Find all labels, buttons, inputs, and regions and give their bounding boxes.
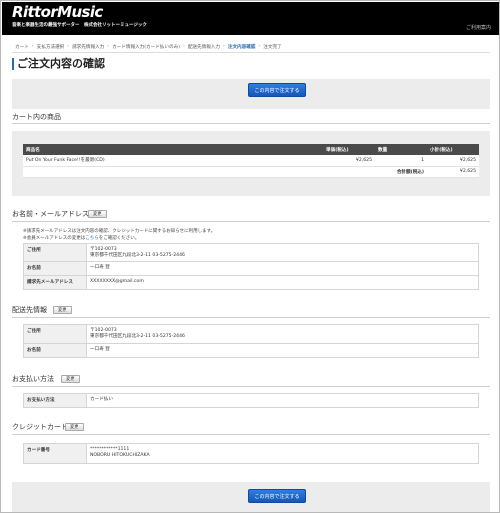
payment-heading: お支払い方法 — [12, 375, 54, 383]
row-label: お名前 — [23, 343, 87, 358]
products-heading: カート内の商品 — [12, 113, 61, 121]
breadcrumb: カート › 支払方法選択 › 請求先情報入力 › カード情報入力(カード払いのみ… — [12, 41, 490, 53]
change-shipping-button[interactable]: 変更 — [53, 306, 72, 314]
table-row: お名前 一口寿 登 — [23, 261, 479, 276]
total-label: 合計額(税込) — [375, 166, 427, 178]
row-label: 請求先メールアドレス — [23, 275, 87, 290]
total-value: ¥2,625 — [427, 166, 479, 178]
section-divider — [12, 123, 490, 124]
section-divider — [12, 221, 490, 222]
change-contact-button[interactable]: 変更 — [88, 210, 107, 218]
table-row: お支払い方法 カード払い — [23, 393, 479, 408]
contact-table: ご住所 〒102-0073 東京都千代田区九段北3-2-11 03-5275-24… — [23, 243, 479, 290]
row-value: 〒102-0073 東京都千代田区九段北3-2-11 03-5275-2446 — [86, 324, 479, 344]
shipping-heading: 配送先情報 — [12, 306, 47, 314]
table-row: Put On Your Funk Face!!を最新(CD) ¥2,625 1 … — [23, 155, 479, 167]
page-title: ご注文内容の確認 — [12, 58, 105, 70]
section-divider — [12, 386, 490, 387]
product-subtotal: ¥2,625 — [427, 155, 479, 167]
change-card-button[interactable]: 変更 — [65, 423, 84, 431]
breadcrumb-step-current: 注文内容確認 — [227, 44, 256, 50]
row-value: XXXXXXXX@gmail.com — [86, 275, 479, 290]
site-header: RittorMusic 音楽と楽器生活の最強サポーター 株式会社リットーミュージ… — [2, 2, 499, 35]
row-label: お名前 — [23, 261, 87, 276]
breadcrumb-step: 請求先情報入力 — [72, 44, 105, 50]
total-row: 合計額(税込) ¥2,625 — [23, 166, 479, 178]
change-email-link[interactable]: こちら — [85, 236, 99, 241]
help-link[interactable]: ご利用案内 — [466, 24, 491, 31]
table-row: お名前 一口寿 登 — [23, 343, 479, 358]
column-header: 数量 — [375, 144, 427, 155]
breadcrumb-step: 支払方法選択 — [36, 44, 65, 50]
payment-table: お支払い方法 カード払い — [23, 393, 479, 408]
table-row: カード番号 ************1111 NOBORU HITOKUCHIZA… — [23, 443, 479, 464]
products-header-row: 商品名 単価(税込) 数量 小計(税込) — [23, 144, 479, 155]
row-value: 一口寿 登 — [86, 261, 479, 276]
contact-notes: ※請求先メールアドレスは注文内容の確認、クレジットカードに関するお知らせに利用し… — [23, 228, 215, 242]
column-header: 単価(税込) — [323, 144, 375, 155]
note-text: をご確認ください。 — [98, 236, 140, 241]
row-label: ご住所 — [23, 243, 87, 262]
card-heading: クレジットカード — [12, 423, 68, 431]
contact-heading: お名前・メールアドレス — [12, 210, 89, 218]
order-button-band-top: この内容で注文する — [12, 79, 490, 109]
change-payment-button[interactable]: 変更 — [61, 375, 80, 383]
shipping-table: ご住所 〒102-0073 東京都千代田区九段北3-2-11 03-5275-24… — [23, 324, 479, 358]
row-label: カード番号 — [23, 443, 87, 464]
site-logo[interactable]: RittorMusic — [12, 5, 103, 20]
row-value: 〒102-0073 東京都千代田区九段北3-2-11 03-5275-2446 — [86, 243, 479, 262]
row-label: ご住所 — [23, 324, 87, 344]
page-frame: RittorMusic 音楽と楽器生活の最強サポーター 株式会社リットーミュージ… — [0, 0, 500, 513]
breadcrumb-step: 注文完了 — [263, 44, 282, 50]
table-row: ご住所 〒102-0073 東京都千代田区九段北3-2-11 03-5275-24… — [23, 243, 479, 262]
table-row: ご住所 〒102-0073 東京都千代田区九段北3-2-11 03-5275-24… — [23, 324, 479, 344]
breadcrumb-step: カート — [15, 44, 29, 50]
breadcrumb-step: 配送先情報入力 — [187, 44, 220, 50]
column-header: 商品名 — [23, 144, 323, 155]
row-value: 一口寿 登 — [86, 343, 479, 358]
card-table: カード番号 ************1111 NOBORU HITOKUCHIZA… — [23, 443, 479, 464]
site-tagline: 音楽と楽器生活の最強サポーター 株式会社リットーミュージック — [12, 23, 147, 28]
product-name: Put On Your Funk Face!!を最新(CD) — [23, 155, 323, 167]
section-divider — [12, 434, 490, 435]
row-label: お支払い方法 — [23, 393, 87, 408]
note-line: ※会員メールアドレスの変更はこちらをご確認ください。 — [23, 235, 215, 242]
note-text: ※会員メールアドレスの変更は — [23, 236, 86, 241]
table-row: 請求先メールアドレス XXXXXXXX@gmail.com — [23, 275, 479, 290]
products-table: 商品名 単価(税込) 数量 小計(税込) Put On Your Funk Fa… — [23, 144, 479, 178]
column-header: 小計(税込) — [427, 144, 479, 155]
note-text: ※請求先メールアドレスは注文内容の確認、クレジットカードに関するお知らせに利用し… — [23, 229, 216, 234]
breadcrumb-step: カード情報入力(カード払いのみ) — [112, 44, 180, 50]
place-order-button-bottom[interactable]: この内容で注文する — [248, 489, 306, 503]
order-button-band-bottom: この内容で注文する — [12, 482, 490, 512]
place-order-button-top[interactable]: この内容で注文する — [248, 83, 306, 97]
row-value: ************1111 NOBORU HITOKUCHIZAKA — [86, 443, 479, 464]
product-quantity: 1 — [375, 155, 427, 167]
row-value: カード払い — [86, 393, 479, 408]
section-divider — [12, 317, 490, 318]
product-price: ¥2,625 — [323, 155, 375, 167]
